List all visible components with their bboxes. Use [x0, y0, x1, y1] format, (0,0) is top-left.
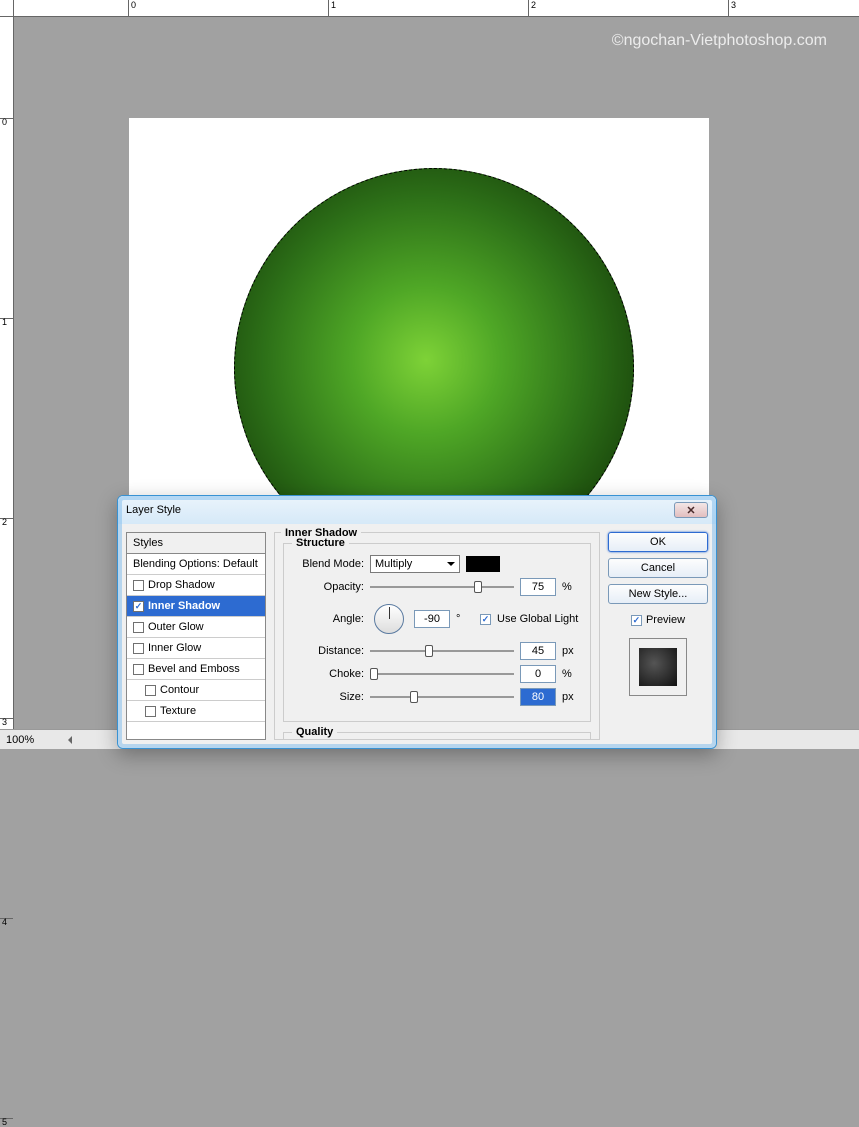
styles-item-outer-glow[interactable]: Outer Glow [127, 617, 265, 638]
dialog-titlebar[interactable]: Layer Style [118, 496, 716, 524]
distance-row: Distance: px [294, 642, 580, 660]
shadow-color-swatch[interactable] [466, 556, 500, 572]
styles-header[interactable]: Styles [127, 533, 265, 554]
blend-mode-label: Blend Mode: [294, 558, 364, 570]
ok-button[interactable]: OK [608, 532, 708, 552]
size-slider[interactable] [370, 689, 514, 705]
size-unit: px [562, 691, 580, 703]
styles-checkbox[interactable] [145, 706, 156, 717]
styles-checkbox[interactable] [133, 601, 144, 612]
choke-unit: % [562, 668, 580, 680]
styles-item-label: Outer Glow [148, 621, 204, 633]
styles-checkbox[interactable] [133, 664, 144, 675]
use-global-light-checkbox[interactable] [480, 614, 491, 625]
canvas[interactable] [129, 118, 709, 498]
styles-item-bevel-and-emboss[interactable]: Bevel and Emboss [127, 659, 265, 680]
status-expand-icon[interactable] [64, 736, 72, 744]
ruler-vertical[interactable]: 1012345 [0, 17, 14, 729]
angle-label: Angle: [294, 613, 364, 625]
angle-row: Angle: ° Use Global Light [294, 604, 580, 634]
styles-item-label: Inner Glow [148, 642, 201, 654]
zoom-level[interactable]: 100% [6, 734, 56, 746]
structure-group: Structure Blend Mode: Multiply Opacity: … [283, 543, 591, 722]
close-icon [687, 506, 695, 514]
dialog-title-text: Layer Style [126, 504, 181, 516]
styles-item-contour[interactable]: Contour [127, 680, 265, 701]
angle-input[interactable] [414, 610, 450, 628]
choke-label: Choke: [294, 668, 364, 680]
styles-item-inner-glow[interactable]: Inner Glow [127, 638, 265, 659]
ruler-corner [0, 0, 14, 17]
quality-group: Quality [283, 732, 591, 739]
styles-checkbox[interactable] [133, 643, 144, 654]
styles-checkbox[interactable] [133, 580, 144, 591]
distance-slider[interactable] [370, 643, 514, 659]
preview-swatch [639, 648, 677, 686]
styles-item-label: Texture [160, 705, 196, 717]
styles-item-blending-options-default[interactable]: Blending Options: Default [127, 554, 265, 575]
quality-label: Quality [292, 726, 337, 738]
styles-item-texture[interactable]: Texture [127, 701, 265, 722]
ruler-horizontal[interactable]: 1012345 [14, 0, 859, 17]
angle-unit: ° [456, 613, 474, 625]
opacity-slider[interactable] [370, 579, 514, 595]
opacity-unit: % [562, 581, 580, 593]
styles-item-drop-shadow[interactable]: Drop Shadow [127, 575, 265, 596]
styles-checkbox[interactable] [133, 622, 144, 633]
opacity-label: Opacity: [294, 581, 364, 593]
distance-label: Distance: [294, 645, 364, 657]
preview-checkbox[interactable] [631, 615, 642, 626]
preview-label: Preview [646, 614, 685, 626]
distance-input[interactable] [520, 642, 556, 660]
size-input[interactable] [520, 688, 556, 706]
choke-slider[interactable] [370, 666, 514, 682]
layer-style-dialog: Layer Style Styles Blending Options: Def… [117, 495, 717, 749]
size-row: Size: px [294, 688, 580, 706]
cancel-button[interactable]: Cancel [608, 558, 708, 578]
blend-mode-row: Blend Mode: Multiply [294, 555, 580, 573]
styles-item-label: Contour [160, 684, 199, 696]
opacity-input[interactable] [520, 578, 556, 596]
use-global-light-label: Use Global Light [497, 613, 578, 625]
opacity-row: Opacity: % [294, 578, 580, 596]
watermark: ©ngochan-Vietphotoshop.com [612, 32, 827, 50]
styles-item-inner-shadow[interactable]: Inner Shadow [127, 596, 265, 617]
styles-checkbox[interactable] [145, 685, 156, 696]
structure-label: Structure [292, 537, 349, 549]
size-label: Size: [294, 691, 364, 703]
styles-item-label: Blending Options: Default [133, 558, 258, 570]
angle-dial[interactable] [374, 604, 404, 634]
preview-box [629, 638, 687, 696]
styles-item-label: Bevel and Emboss [148, 663, 240, 675]
styles-item-label: Drop Shadow [148, 579, 215, 591]
settings-panel: Inner Shadow Structure Blend Mode: Multi… [274, 532, 600, 740]
styles-list: Styles Blending Options: Default Drop Sha… [126, 532, 266, 740]
choke-row: Choke: % [294, 665, 580, 683]
preview-row: Preview [631, 614, 685, 626]
distance-unit: px [562, 645, 580, 657]
dialog-buttons: OK Cancel New Style... Preview [608, 532, 708, 740]
close-button[interactable] [674, 502, 708, 518]
styles-item-label: Inner Shadow [148, 600, 220, 612]
choke-input[interactable] [520, 665, 556, 683]
new-style-button[interactable]: New Style... [608, 584, 708, 604]
blend-mode-select[interactable]: Multiply [370, 555, 460, 573]
